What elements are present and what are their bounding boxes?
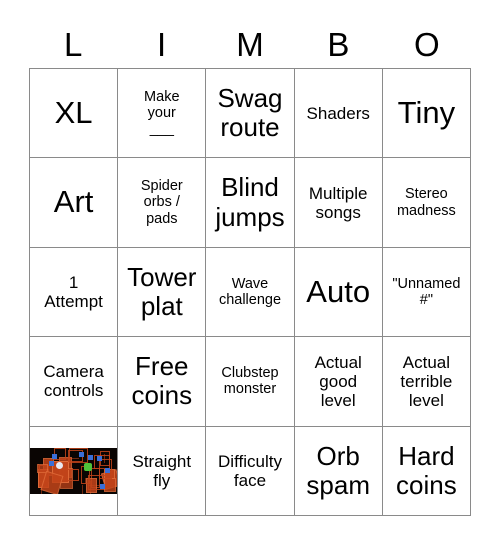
bingo-cell-label: 1 Attempt <box>44 272 103 311</box>
thumbnail-block <box>63 469 80 482</box>
bingo-cell-r4c3[interactable]: Clubstep monster <box>206 337 295 427</box>
bingo-cell-r4c2[interactable]: Free coins <box>118 337 207 427</box>
header-letter-1: I <box>157 25 167 63</box>
bingo-cell-r1c1[interactable]: XL <box>30 69 119 159</box>
bingo-cell-r5c4[interactable]: Orb spam <box>294 426 383 516</box>
thumbnail-green-orb <box>84 463 93 472</box>
bingo-header: L I M B O <box>29 22 471 66</box>
bingo-cell-r1c4[interactable]: Shaders <box>294 69 383 159</box>
bingo-cell-label: Straight fly <box>132 451 192 490</box>
bingo-cell-label: Clubstep monster <box>221 365 279 398</box>
bingo-cell-label: Swag route <box>217 83 283 143</box>
bingo-cell-label: "Unnamed #" <box>392 275 461 308</box>
thumbnail-outline <box>82 485 84 494</box>
thumbnail-blue-pad <box>49 460 55 466</box>
bingo-cell-label: Auto <box>306 273 371 309</box>
thumbnail-blue-pad <box>100 484 106 490</box>
bingo-cell-r3c4[interactable]: Auto <box>294 247 383 338</box>
header-letter-0: L <box>64 25 83 63</box>
thumbnail-block <box>104 477 116 492</box>
bingo-cell-label: Orb spam <box>306 440 370 500</box>
bingo-cell-label: Multiple songs <box>308 183 368 222</box>
bingo-cell-r2c3[interactable]: Blind jumps <box>206 158 295 248</box>
bingo-cell-label: XL <box>54 94 93 130</box>
thumbnail-blue-pad <box>51 453 57 459</box>
header-letter-2: M <box>236 25 264 63</box>
thumbnail-blue-pad <box>96 455 102 461</box>
bingo-cell-r1c5[interactable]: Tiny <box>382 69 471 159</box>
bingo-cell-r2c4[interactable]: Multiple songs <box>294 158 383 248</box>
bingo-cell-r2c2[interactable]: Spider orbs / pads <box>118 158 207 248</box>
bingo-grid: XL Make your ___ Swag route Shaders Tiny Art S… <box>29 68 471 516</box>
bingo-cell-r1c3[interactable]: Swag route <box>206 69 295 159</box>
bingo-cell-label: Spider orbs / pads <box>140 178 183 227</box>
bingo-cell-label: Difficulty face <box>218 451 282 490</box>
thumbnail-blue-pad <box>105 467 111 473</box>
bingo-cell-r3c2[interactable]: Tower plat <box>118 247 207 338</box>
thumbnail-blue-pad <box>87 454 93 460</box>
bingo-cell-label: Shaders <box>306 103 370 123</box>
bingo-cell-r2c1[interactable]: Art <box>30 158 119 248</box>
bingo-card: L I M B O XL Make your ___ Swag route Shade… <box>0 0 500 544</box>
bingo-cell-r4c4[interactable]: Actual good level <box>294 337 383 427</box>
bingo-cell-r4c1[interactable]: Camera controls <box>30 337 119 427</box>
bingo-cell-label: Tiny <box>397 94 456 130</box>
bingo-cell-label: Stereo madness <box>396 186 456 219</box>
header-letter-3: B <box>327 25 350 63</box>
bingo-cell-r5c1[interactable] <box>30 426 119 516</box>
bingo-cell-r3c1[interactable]: 1 Attempt <box>30 247 119 338</box>
bingo-cell-r5c3[interactable]: Difficulty face <box>206 426 295 516</box>
thumbnail-player-cube <box>56 461 64 469</box>
bingo-cell-r4c5[interactable]: Actual terrible level <box>382 337 471 427</box>
bingo-cell-label: Hard coins <box>396 440 457 500</box>
bingo-cell-label: Actual good level <box>314 352 362 410</box>
bingo-cell-label: Blind jumps <box>215 172 285 232</box>
bingo-cell-label: Actual terrible level <box>400 352 453 410</box>
bingo-cell-label: Camera controls <box>43 362 104 401</box>
bingo-cell-label: Wave challenge <box>218 275 282 308</box>
geometry-dash-level-thumbnail <box>30 447 118 494</box>
bingo-cell-label: Make your ___ <box>144 88 180 138</box>
header-letter-4: O <box>413 25 440 63</box>
thumbnail-blue-pad <box>79 451 85 457</box>
bingo-cell-r2c5[interactable]: Stereo madness <box>382 158 471 248</box>
bingo-cell-label: Free coins <box>131 351 193 411</box>
bingo-cell-r3c5[interactable]: "Unnamed #" <box>382 247 471 338</box>
bingo-cell-r5c2[interactable]: Straight fly <box>118 426 207 516</box>
bingo-cell-label: Art <box>53 184 94 220</box>
bingo-cell-r5c5[interactable]: Hard coins <box>382 426 471 516</box>
bingo-cell-label: Tower plat <box>127 261 197 321</box>
bingo-cell-r3c3[interactable]: Wave challenge <box>206 247 295 338</box>
bingo-cell-r1c2[interactable]: Make your ___ <box>118 69 207 159</box>
